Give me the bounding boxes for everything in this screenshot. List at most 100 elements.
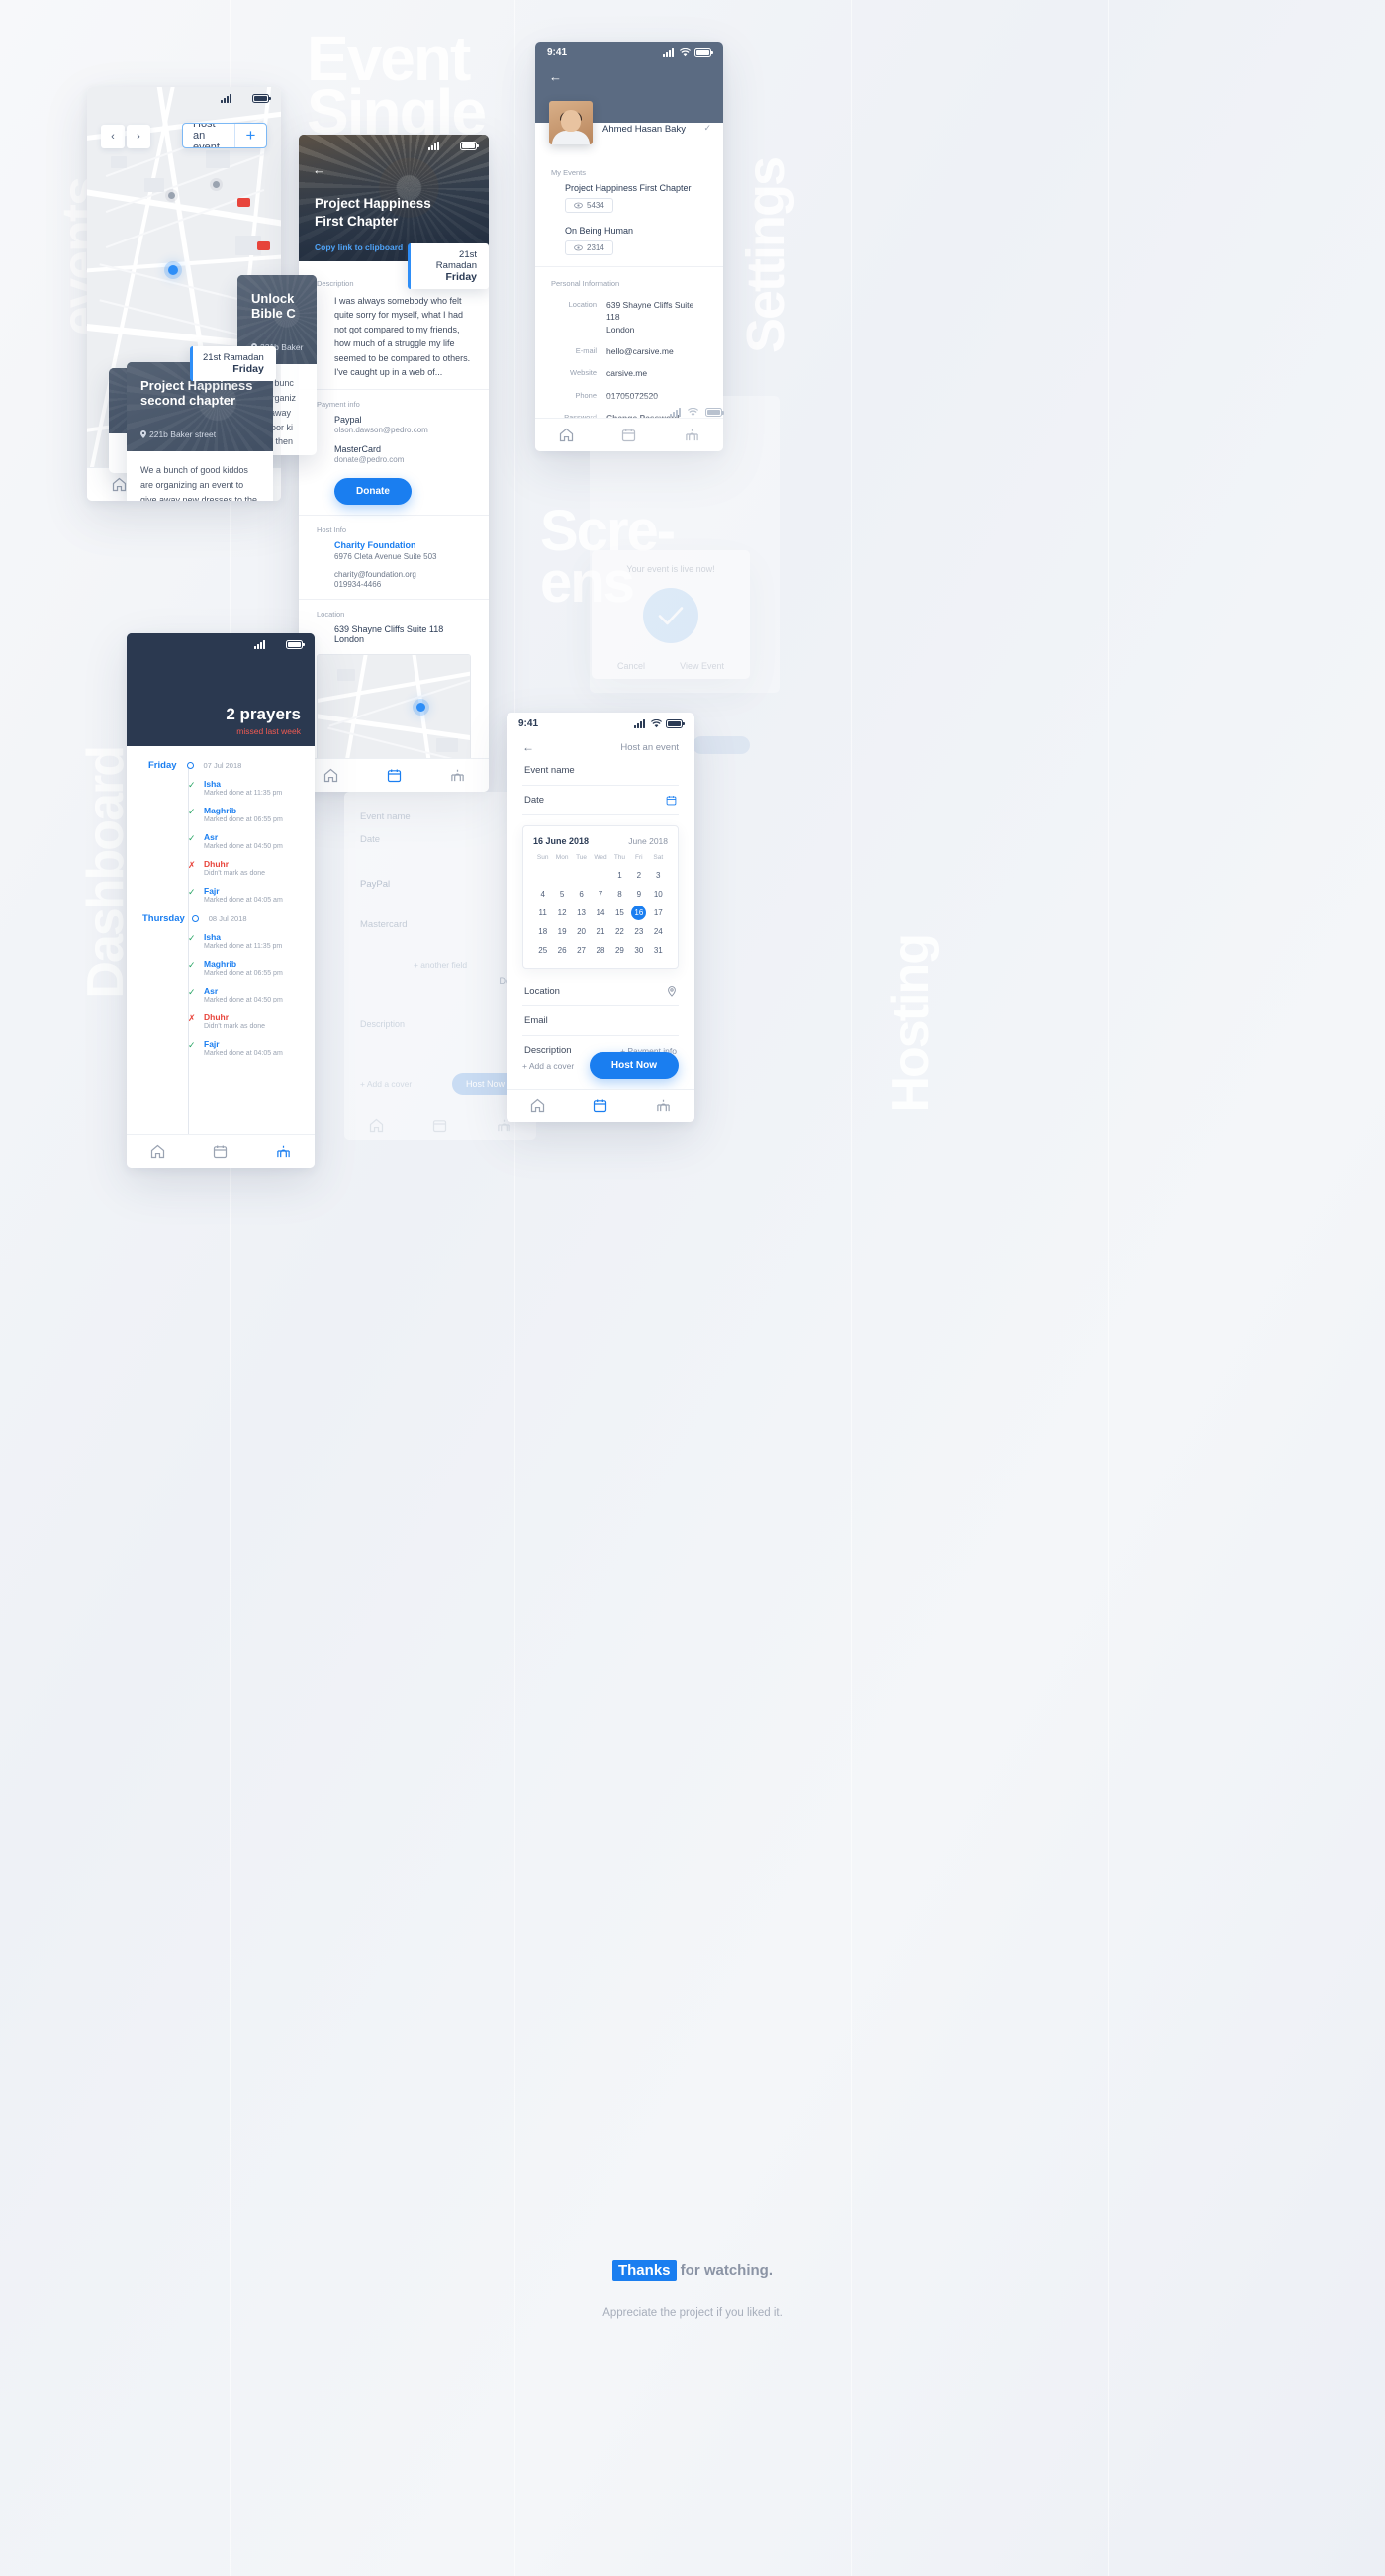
prayer-item[interactable]: ✓ Fajr Marked done at 04:05 am [188,886,315,904]
back-button[interactable]: ← [522,740,534,754]
host-org-name[interactable]: Charity Foundation [334,540,471,550]
calendar-icon[interactable] [387,768,402,783]
event-card[interactable]: Project Happiness second chapter 221b Ba… [127,362,273,501]
calendar-day[interactable]: 26 [552,943,571,958]
date-picker[interactable]: 16 June 2018 June 2018 Sun Mon Tue Wed Thu Fr… [522,825,679,969]
calendar-day[interactable]: 9 [629,887,648,902]
calendar-grid[interactable]: Sun Mon Tue Wed Thu Fri Sat 1 2 3 4 5 6 7 8 9 10 11 12 13 14… [533,854,668,958]
donate-button[interactable]: Donate [334,478,412,506]
calendar-icon [433,1119,447,1132]
eye-icon [574,202,583,209]
prayer-item[interactable]: ✓ Asr Marked done at 04:50 pm [188,986,315,1003]
map-pin-active[interactable] [168,265,178,275]
prayer-item[interactable]: ✓ Asr Marked done at 04:50 pm [188,832,315,850]
map-next-button[interactable]: › [127,125,150,148]
back-button[interactable]: ← [313,162,325,177]
prayer-item[interactable]: ✓ Fajr Marked done at 04:05 am [188,1039,315,1057]
calendar-day[interactable]: 16 [631,906,647,920]
location-label: Location [524,986,560,997]
avatar[interactable] [549,101,593,144]
ghost-phone-success [590,396,780,693]
prayer-item[interactable]: ✓ Isha Marked done at 11:35 pm [188,779,315,797]
signal-icon [634,718,647,728]
calendar-day[interactable]: 23 [629,924,648,939]
mosque-icon[interactable] [656,1098,671,1113]
location-field[interactable]: Location [522,977,679,1006]
calendar-day[interactable]: 22 [610,924,629,939]
my-event-title[interactable]: Project Happiness First Chapter [565,183,707,193]
calendar-icon[interactable] [213,1144,228,1159]
plus-icon[interactable]: + [234,124,266,147]
pin-icon[interactable] [667,986,677,997]
host-address: 6976 Cleta Avenue Suite 503 [334,552,437,562]
my-event-views-badge: 2314 [565,240,613,255]
calendar-day[interactable]: 12 [552,906,571,920]
calendar-day[interactable]: 2 [629,868,648,883]
payment-method-email: donate@pedro.com [334,455,405,465]
home-icon[interactable] [323,768,338,783]
field-value: hello@carsive.me [606,345,674,356]
calendar-day[interactable]: 31 [649,943,668,958]
highway-marker-icon [237,198,250,207]
map-pin-grey[interactable] [168,192,175,199]
location-map-pin[interactable] [416,703,425,713]
home-icon[interactable] [150,1144,165,1159]
calendar-day[interactable]: 3 [649,868,668,883]
calendar-icon[interactable] [593,1098,607,1113]
edit-profile-button[interactable]: ✓ [703,123,711,134]
payment-method-name: Paypal [334,415,362,426]
calendar-day[interactable]: 17 [649,906,668,920]
host-email: charity@foundation.org [334,570,416,580]
copy-link-button[interactable]: Copy link to clipboard [315,242,403,252]
home-icon[interactable] [530,1098,545,1113]
date-field[interactable]: Date [522,786,679,815]
home-icon[interactable] [559,428,574,442]
event-name-field[interactable]: Event name [522,756,679,786]
location-map[interactable] [317,654,471,766]
prayer-list: ✓ Isha Marked done at 11:35 pm ✓ Maghrib… [127,779,315,904]
calendar-day[interactable]: 28 [591,943,609,958]
calendar-day[interactable]: 1 [610,868,629,883]
prayer-item[interactable]: ✓ Maghrib Marked done at 06:55 pm [188,806,315,823]
calendar-day[interactable]: 24 [649,924,668,939]
home-icon[interactable] [112,477,127,492]
calendar-day[interactable]: 6 [572,887,591,902]
mosque-icon[interactable] [276,1144,291,1159]
calendar-day[interactable]: 20 [572,924,591,939]
field-value: 639 Shayne Cliffs Suite 118 London [606,300,694,334]
calendar-day[interactable]: 21 [591,924,609,939]
add-cover-button[interactable]: + Add a cover [522,1061,574,1071]
prayer-item[interactable]: ✗ Dhuhr Didn't mark as done [188,859,315,877]
mosque-icon[interactable] [450,768,465,783]
host-phone: 019934-4466 [334,580,382,590]
map-pin-grey[interactable] [213,181,220,188]
calendar-day[interactable]: 7 [591,887,609,902]
calendar-day[interactable]: 18 [533,924,552,939]
calendar-day[interactable]: 4 [533,887,552,902]
calendar-day[interactable]: 5 [552,887,571,902]
calendar-day[interactable]: 25 [533,943,552,958]
map-prev-button[interactable]: ‹ [101,125,125,148]
calendar-icon[interactable] [666,795,677,806]
back-button[interactable]: ← [549,69,562,84]
calendar-day[interactable]: 15 [610,906,629,920]
calendar-day[interactable]: 19 [552,924,571,939]
host-now-button[interactable]: Host Now [589,1052,679,1079]
calendar-day[interactable]: 29 [610,943,629,958]
calendar-day[interactable]: 13 [572,906,591,920]
signal-icon [254,639,267,649]
calendar-day[interactable]: 11 [533,906,552,920]
prayer-item[interactable]: ✗ Dhuhr Didn't mark as done [188,1012,315,1030]
calendar-day[interactable]: 8 [610,887,629,902]
host-an-event-button[interactable]: Host an event + [182,123,267,148]
my-event-title[interactable]: On Being Human [565,226,707,236]
prayer-item[interactable]: ✓ Maghrib Marked done at 06:55 pm [188,959,315,977]
calendar-day[interactable]: 14 [591,906,609,920]
tab-bar [127,1134,315,1168]
status-check-icon: ✓ [188,807,196,816]
email-field[interactable]: Email [522,1006,679,1036]
prayer-item[interactable]: ✓ Isha Marked done at 11:35 pm [188,932,315,950]
calendar-day[interactable]: 27 [572,943,591,958]
calendar-day[interactable]: 10 [649,887,668,902]
calendar-day[interactable]: 30 [629,943,648,958]
